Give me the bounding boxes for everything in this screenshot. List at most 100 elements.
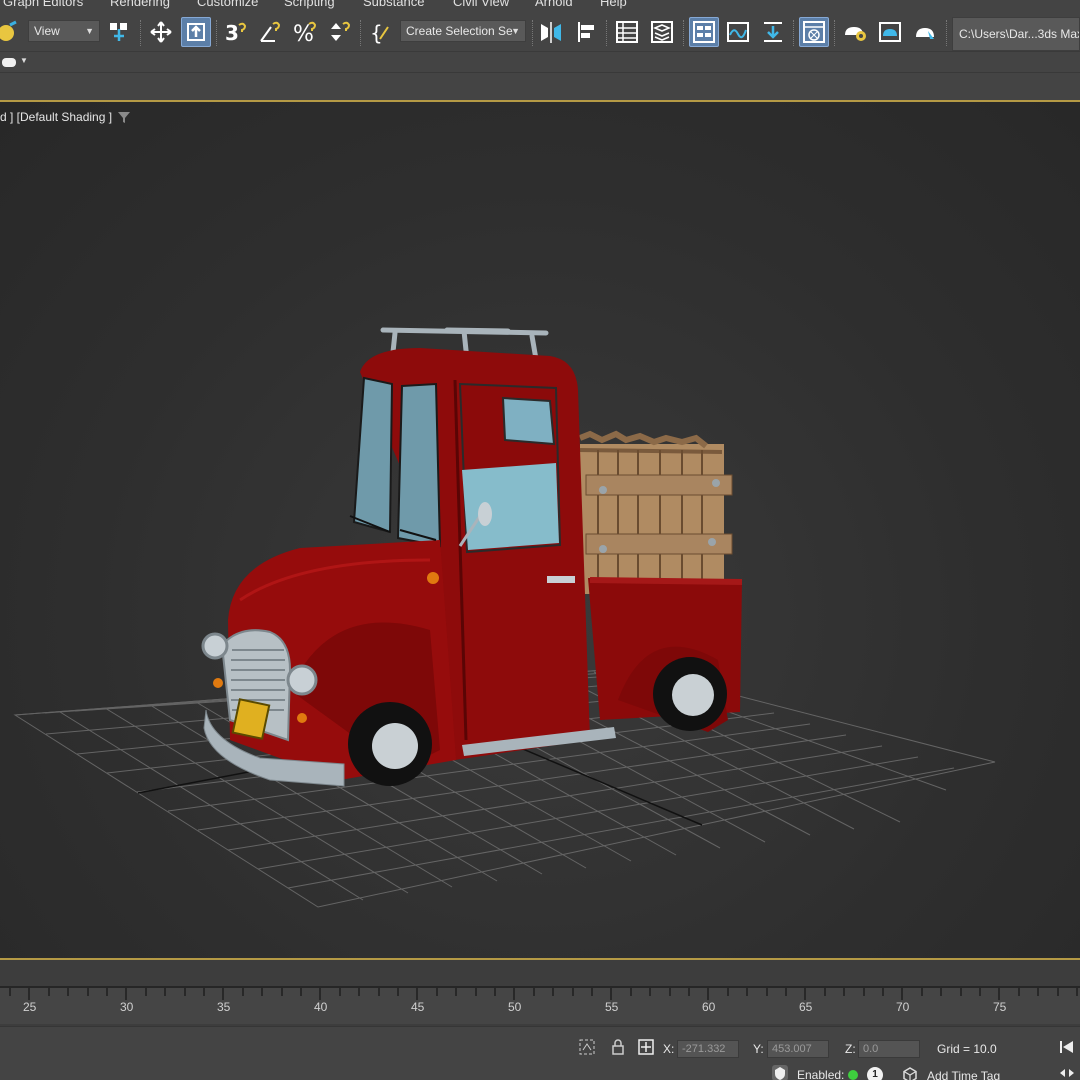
truck-model [201,327,743,787]
z-label: Z: [845,1042,856,1056]
rendered-frame-icon [879,22,901,42]
wooden-crate [577,430,733,594]
angle-snap-button[interactable] [255,17,285,47]
material-editor-button[interactable] [799,17,829,47]
toolbar-separator [946,20,947,46]
render-production-button[interactable] [910,17,940,47]
track-bar[interactable]: 25 30 35 40 45 50 55 60 65 70 75 [0,960,1080,1026]
render-setup-icon [845,27,866,41]
named-selection-dropdown[interactable]: Create Selection Se ▼ [400,20,526,42]
toolbar-separator [683,20,684,46]
tick-label: 30 [120,1000,134,1014]
toolbar-separator [793,20,794,46]
menu-substance[interactable]: Substance [363,0,424,9]
edit-named-selection-button[interactable]: { [366,17,396,47]
select-link-button[interactable] [0,17,22,47]
download-icon [764,22,782,42]
isolate-selection-icon[interactable] [578,1038,596,1056]
chevron-down-icon: ▼ [85,26,94,36]
time-ruler[interactable]: 25 30 35 40 45 50 55 60 65 70 75 [0,988,1080,1024]
material-editor-icon [803,21,825,43]
adaptive-degradation-icon[interactable] [771,1064,789,1080]
spinner-snap-button[interactable] [325,17,355,47]
render-setup-button[interactable] [840,17,870,47]
ribbon-icon [693,21,715,43]
menu-customize[interactable]: Customize [197,0,258,9]
tick-label: 50 [508,1000,522,1014]
select-manipulate-button[interactable] [181,17,211,47]
sub-toolbar: ▼ [0,53,1080,73]
scene-canvas[interactable] [0,102,1080,958]
mirror-button[interactable] [536,17,566,47]
percent-snap-button[interactable]: % [290,17,320,47]
curve-editor-button[interactable] [723,17,753,47]
menu-scripting[interactable]: Scripting [284,0,335,9]
align-icon [578,22,594,42]
windshield-right [396,382,442,548]
link-icon [0,20,17,41]
braces-icon: { [370,21,389,45]
tick-label: 65 [799,1000,813,1014]
curve-editor-icon [727,22,749,42]
y-coordinate-field[interactable]: 453.007 [767,1040,829,1058]
absolute-mode-icon[interactable] [637,1038,655,1056]
scene-explorer-button[interactable] [612,17,642,47]
menu-help[interactable]: Help [600,0,627,9]
schematic-view-button[interactable] [758,17,788,47]
menu-rendering[interactable]: Rendering [110,0,170,9]
time-tag-icon[interactable] [901,1066,919,1080]
toolbar-separator [532,20,533,46]
project-folder-field[interactable]: C:\Users\Dar...3ds Max [952,17,1080,51]
menu-civil-view[interactable]: Civil View [453,0,509,9]
perspective-viewport[interactable]: d ] [Default Shading ] [0,102,1080,958]
project-path: C:\Users\Dar...3ds Max [959,27,1080,41]
menu-arnold[interactable]: Arnold [535,0,573,9]
menu-graph-editors[interactable]: Graph Editors [3,0,83,9]
mirror-icon [541,22,561,43]
status-bar: X: -271.332 Y: 453.007 Z: 0.0 Grid = 10.… [0,1026,1080,1080]
pivot-center-icon [110,23,127,41]
toolbar-separator [360,20,361,46]
grid-size-label: Grid = 10.0 [937,1042,997,1056]
chevron-down-icon[interactable]: ▼ [20,56,28,65]
reference-coordinate-dropdown[interactable]: View ▼ [28,20,100,42]
rendered-frame-window-button[interactable] [875,17,905,47]
pivot-center-button[interactable] [104,17,134,47]
select-move-button[interactable] [146,17,176,47]
key-mode-icon[interactable] [1058,1064,1076,1080]
add-time-tag-button[interactable]: Add Time Tag [927,1069,1000,1080]
x-coordinate-field[interactable]: -271.332 [677,1040,739,1058]
lock-icon[interactable] [609,1038,627,1056]
align-button[interactable] [572,17,602,47]
angle-snap-icon [260,21,281,42]
tick-label: 70 [896,1000,910,1014]
layers-icon [651,21,673,43]
move-icon [150,21,172,43]
toolbar-separator [140,20,141,46]
ruler-ticks [9,988,1078,1000]
z-coordinate-field[interactable]: 0.0 [858,1040,920,1058]
spinner-snap-icon [331,21,351,41]
notification-badge[interactable]: 1 [867,1067,883,1080]
tick-label: 35 [217,1000,231,1014]
svg-text:{: { [370,21,383,45]
enabled-status-dot [848,1070,858,1080]
tick-label: 25 [23,1000,37,1014]
svg-text:3: 3 [225,21,239,45]
y-label: Y: [753,1042,764,1056]
tick-label: 55 [605,1000,619,1014]
teapot-icon [916,28,934,39]
snap-3d-icon: 3 [225,21,247,45]
chevron-down-icon: ▼ [511,26,520,36]
rear-wheel [653,657,727,731]
tick-label: 60 [702,1000,716,1014]
svg-text:%: % [293,22,314,45]
ribbon-area [0,74,1080,100]
layer-explorer-button[interactable] [647,17,677,47]
go-to-start-icon[interactable] [1058,1038,1076,1056]
toggle-ribbon-button[interactable] [689,17,719,47]
tick-label: 40 [314,1000,328,1014]
workspace-icon[interactable] [2,58,16,67]
reference-coordinate-value: View [34,24,60,38]
snaps-toggle-button[interactable]: 3 [221,17,251,47]
